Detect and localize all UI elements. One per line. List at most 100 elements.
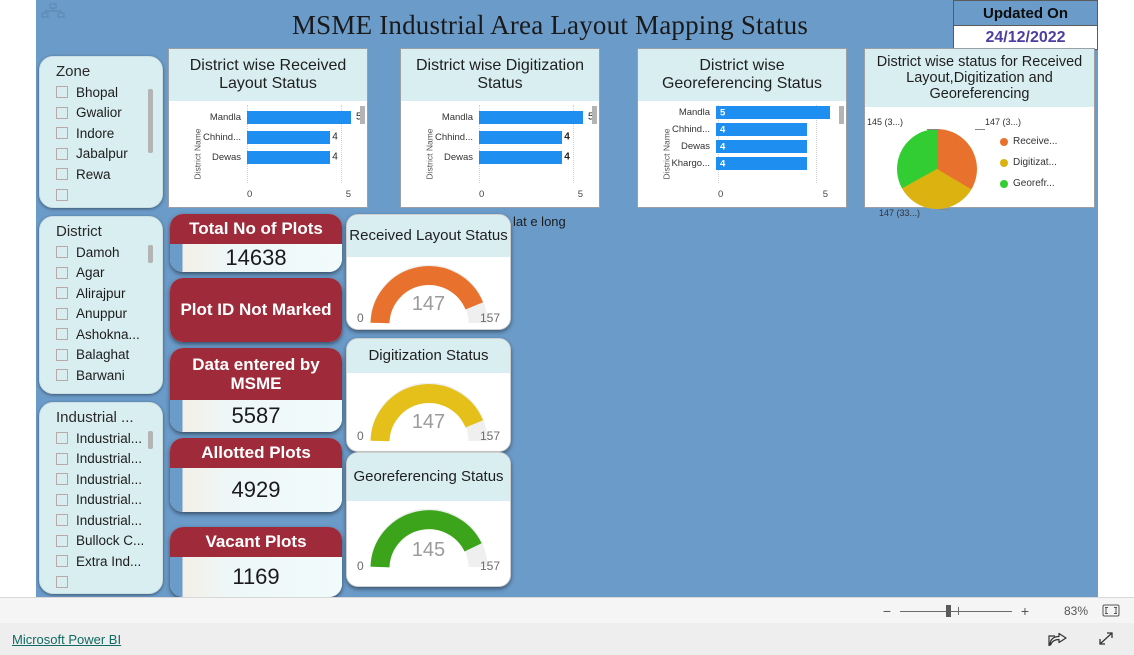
zoom-slider[interactable] — [900, 604, 1012, 618]
bar-fill[interactable] — [247, 130, 331, 144]
slicer-item[interactable]: Gwalior — [56, 103, 162, 124]
slicer-item[interactable]: Industrial... — [56, 449, 162, 470]
checkbox[interactable] — [56, 452, 68, 465]
bar-row[interactable]: Dewas 4 — [423, 147, 583, 167]
microsoft-power-bi-link[interactable]: Microsoft Power BI — [12, 632, 121, 647]
zoom-slider-handle[interactable] — [946, 604, 951, 617]
chart-district-wise-received-layout[interactable]: District wise Received Layout Status Dis… — [168, 48, 368, 208]
bar-row[interactable]: Khargo... 4 — [660, 155, 830, 172]
chart-district-wise-digitization[interactable]: District wise Digitization Status Distri… — [400, 48, 600, 208]
slicer-item[interactable]: Extra Ind... — [56, 551, 162, 572]
slicer-item[interactable]: Damoh — [56, 242, 162, 263]
gauge-georeferencing-status[interactable]: Georeferencing Status 145 0 157 — [346, 452, 511, 587]
bar-fill[interactable] — [479, 130, 563, 144]
slicer-item-partial[interactable] — [56, 185, 162, 206]
chart-district-wise-georeferencing[interactable]: District wise Georeferencing Status Dist… — [637, 48, 847, 208]
checkbox[interactable] — [56, 287, 68, 300]
slicer-zone-list[interactable]: Bhopal Gwalior Indore Jabalpur Rewa — [40, 82, 162, 205]
bar-row[interactable]: Dewas 4 — [191, 147, 351, 167]
checkbox[interactable] — [56, 168, 68, 181]
bar-row[interactable]: Dewas 4 — [660, 138, 830, 155]
gauge-received-layout-status[interactable]: Received Layout Status 147 0 157 — [346, 214, 511, 330]
slicer-district[interactable]: District Damoh Agar Alirajpur Anuppur As… — [39, 216, 163, 394]
bar-row[interactable]: Chhind... 4 — [191, 127, 351, 147]
fit-to-page-icon[interactable] — [1102, 604, 1120, 617]
checkbox[interactable] — [56, 147, 68, 160]
zoom-in-button[interactable]: + — [1016, 603, 1034, 619]
checkbox[interactable] — [56, 493, 68, 506]
gauge-digitization-status[interactable]: Digitization Status 147 0 157 — [346, 338, 511, 452]
checkbox[interactable] — [56, 328, 68, 341]
chart-district-wise-status-pie[interactable]: District wise status for Received Layout… — [864, 48, 1095, 218]
bar-fill[interactable] — [479, 110, 583, 124]
slicer-district-list[interactable]: Damoh Agar Alirajpur Anuppur Ashokna... … — [40, 242, 162, 386]
checkbox[interactable] — [56, 266, 68, 279]
slicer-item[interactable]: Jabalpur — [56, 144, 162, 165]
checkbox[interactable] — [56, 534, 68, 547]
zoom-controls[interactable]: − + — [878, 603, 1034, 619]
checkbox[interactable] — [56, 473, 68, 486]
slicer-item[interactable]: Bullock C... — [56, 531, 162, 552]
slicer-item[interactable]: Indore — [56, 123, 162, 144]
chart-scrollbar[interactable] — [360, 106, 365, 124]
slicer-zone[interactable]: Zone Bhopal Gwalior Indore Jabalpur Rewa — [39, 56, 163, 208]
legend-item[interactable]: Receive... — [1000, 131, 1088, 152]
checkbox[interactable] — [56, 514, 68, 527]
checkbox[interactable] — [56, 246, 68, 259]
bar-row[interactable]: Mandla 5 — [423, 107, 594, 127]
fullscreen-icon[interactable] — [1096, 630, 1116, 648]
slicer-item[interactable]: Industrial... — [56, 490, 162, 511]
bar-fill[interactable] — [247, 150, 331, 164]
bar-fill[interactable] — [247, 110, 351, 124]
slicer-item[interactable]: Industrial... — [56, 428, 162, 449]
slicer-scrollbar[interactable] — [148, 431, 153, 449]
chart-scrollbar[interactable] — [592, 106, 597, 124]
bar-row[interactable]: Mandla 5 — [191, 107, 362, 127]
checkbox[interactable] — [56, 307, 68, 320]
bar-row[interactable]: Mandla 5 — [660, 104, 830, 121]
slicer-item[interactable]: Ashokna... — [56, 324, 162, 345]
checkbox[interactable] — [56, 348, 68, 361]
slicer-item[interactable]: Barwani — [56, 365, 162, 386]
slicer-item[interactable]: Rewa — [56, 164, 162, 185]
slicer-item[interactable]: Balaghat — [56, 345, 162, 366]
bar-fill[interactable] — [716, 123, 808, 136]
slicer-item[interactable]: Industrial... — [56, 510, 162, 531]
x-tick: 5 — [345, 189, 351, 200]
checkbox[interactable] — [56, 127, 68, 140]
bar-row[interactable]: Chhind... 4 — [423, 127, 583, 147]
pie-slices[interactable] — [897, 129, 977, 209]
checkbox[interactable] — [56, 106, 68, 119]
checkbox[interactable] — [56, 432, 68, 445]
kpi-total-plots[interactable]: Total No of Plots 14638 — [170, 214, 342, 272]
checkbox[interactable] — [56, 555, 68, 568]
kpi-allotted-plots[interactable]: Allotted Plots 4929 — [170, 438, 342, 512]
checkbox[interactable] — [56, 575, 68, 588]
slicer-item[interactable]: Bhopal — [56, 82, 162, 103]
slicer-industrial-area-list[interactable]: Industrial... Industrial... Industrial..… — [40, 428, 162, 592]
checkbox[interactable] — [56, 369, 68, 382]
checkbox[interactable] — [56, 86, 68, 99]
checkbox[interactable] — [56, 188, 68, 201]
slicer-scrollbar[interactable] — [148, 245, 153, 263]
legend-item[interactable]: Georefr... — [1000, 173, 1088, 194]
slicer-item[interactable]: Alirajpur — [56, 283, 162, 304]
chart-scrollbar[interactable] — [839, 106, 844, 124]
bar-fill[interactable] — [716, 106, 830, 119]
slicer-item-partial[interactable] — [56, 572, 162, 593]
bar-row[interactable]: Chhind... 4 — [660, 121, 830, 138]
slicer-item[interactable]: Anuppur — [56, 304, 162, 325]
bar-fill[interactable] — [716, 140, 808, 153]
bar-fill[interactable] — [479, 150, 563, 164]
kpi-vacant-plots[interactable]: Vacant Plots 1169 — [170, 527, 342, 597]
legend-item[interactable]: Digitizat... — [1000, 152, 1088, 173]
slicer-industrial-area[interactable]: Industrial ... Industrial... Industrial.… — [39, 402, 163, 594]
kpi-data-entered-by-msme[interactable]: Data entered by MSME 5587 — [170, 348, 342, 432]
share-icon[interactable] — [1048, 630, 1068, 648]
zoom-out-button[interactable]: − — [878, 603, 896, 619]
kpi-plot-id-not-marked[interactable]: Plot ID Not Marked — [170, 278, 342, 342]
slicer-scrollbar[interactable] — [148, 89, 153, 153]
bar-fill[interactable] — [716, 157, 808, 170]
slicer-item[interactable]: Agar — [56, 263, 162, 284]
slicer-item[interactable]: Industrial... — [56, 469, 162, 490]
